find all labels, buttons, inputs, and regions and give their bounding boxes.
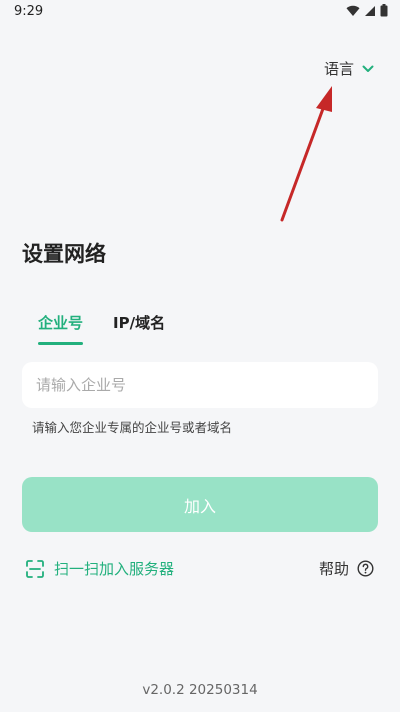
tab-enterprise-id[interactable]: 企业号 — [38, 312, 84, 345]
battery-icon — [380, 4, 388, 17]
version-label: v2.0.2 20250314 — [142, 682, 258, 698]
scan-to-join-link[interactable]: 扫一扫加入服务器 — [26, 558, 174, 579]
wifi-icon — [346, 5, 360, 16]
tab-ip-domain[interactable]: IP/域名 — [113, 312, 165, 345]
question-circle-icon — [357, 560, 374, 577]
join-button[interactable]: 加入 — [22, 477, 378, 532]
language-selector[interactable]: 语言 — [324, 58, 374, 79]
scan-label: 扫一扫加入服务器 — [54, 560, 175, 578]
language-label: 语言 — [323, 60, 354, 78]
scan-icon — [26, 559, 44, 578]
chevron-down-icon — [362, 65, 374, 72]
enterprise-id-field-wrapper — [22, 362, 378, 408]
annotation-arrow — [280, 86, 332, 222]
page-title: 设置网络 — [22, 242, 106, 266]
tab-bar: 企业号 IP/域名 — [38, 312, 165, 345]
signal-icon — [365, 5, 375, 16]
help-link[interactable]: 帮助 — [319, 558, 374, 579]
status-icons — [346, 4, 388, 17]
input-hint: 请输入您企业专属的企业号或者域名 — [32, 420, 233, 435]
enterprise-id-input[interactable] — [22, 362, 378, 408]
help-label: 帮助 — [318, 560, 349, 578]
status-bar: 9:29 — [0, 0, 400, 24]
status-time: 9:29 — [14, 4, 44, 19]
